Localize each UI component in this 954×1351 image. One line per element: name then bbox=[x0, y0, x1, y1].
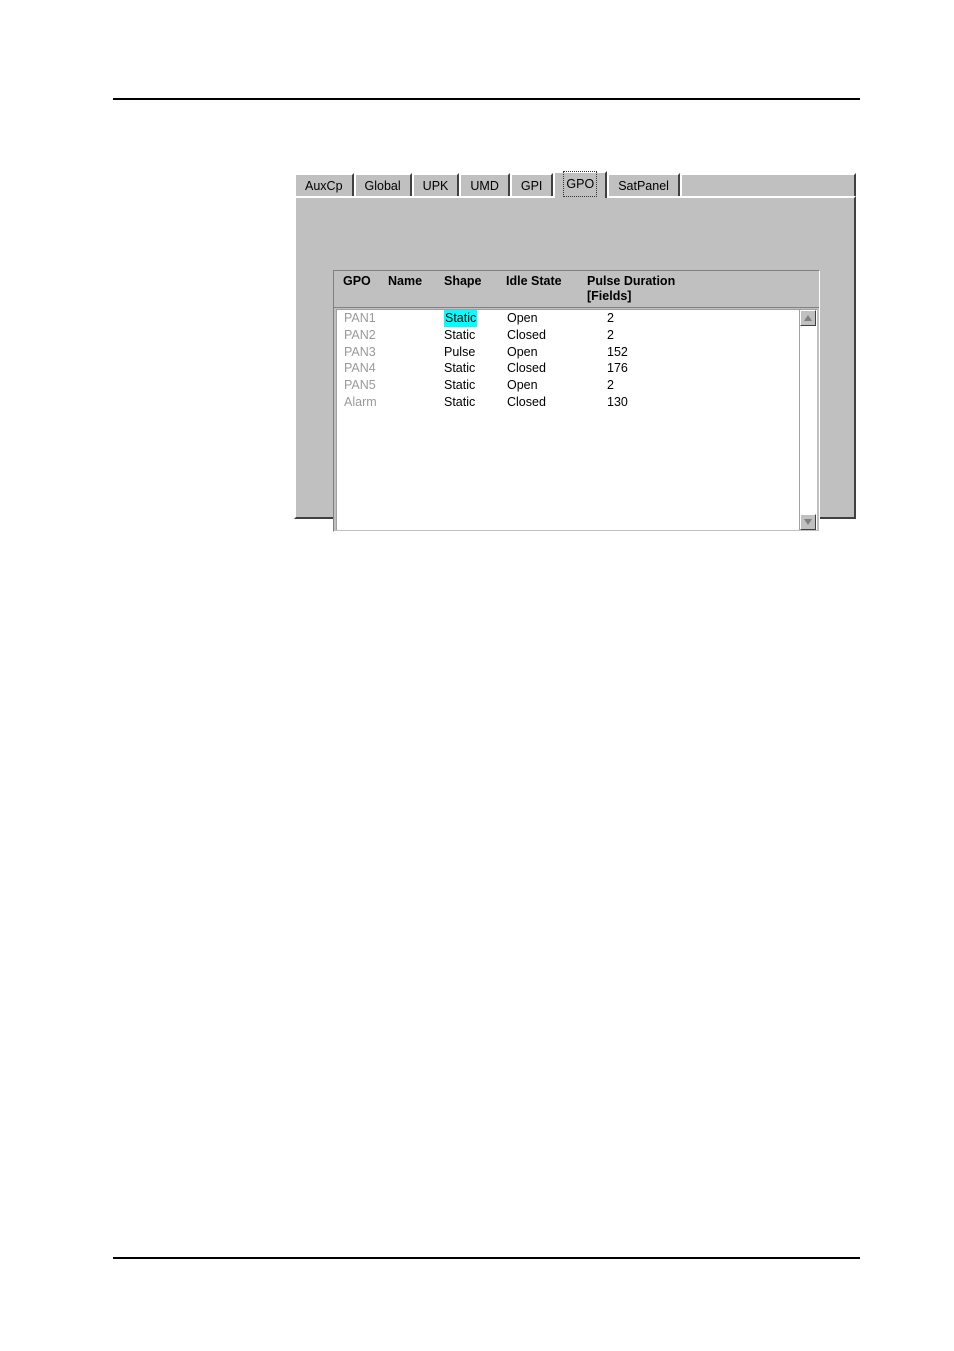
cell-gpo: Alarm bbox=[344, 394, 377, 409]
column-header-name: Name bbox=[388, 274, 422, 289]
tab-global-label: Global bbox=[364, 179, 401, 193]
cell-idle-state[interactable]: Closed bbox=[507, 394, 546, 411]
cell-shape[interactable]: Static bbox=[444, 327, 475, 344]
column-header-idle-state-label: Idle State bbox=[506, 274, 562, 288]
gpo-grid: GPO Name Shape Idle State Pulse Duration… bbox=[333, 270, 820, 532]
cell-shape[interactable]: Static bbox=[444, 310, 478, 327]
table-row[interactable]: PAN5 Static Open 2 bbox=[337, 377, 803, 394]
cell-pulse-duration[interactable]: 176 bbox=[607, 360, 628, 377]
tab-strip: AuxCp Global UPK UMD GPI GPO SatPanel bbox=[294, 170, 856, 198]
cell-pulse-duration[interactable]: 2 bbox=[607, 327, 614, 344]
scrollbar-track[interactable] bbox=[800, 326, 816, 514]
tab-satpanel[interactable]: SatPanel bbox=[607, 173, 680, 197]
cell-gpo: PAN1 bbox=[344, 311, 376, 325]
cell-shape[interactable]: Static bbox=[444, 377, 475, 394]
cell-idle-state[interactable]: Open bbox=[507, 310, 538, 327]
page-header-rule bbox=[113, 98, 860, 100]
cell-idle-state[interactable]: Closed bbox=[507, 360, 546, 377]
cell-shape[interactable]: Static bbox=[444, 394, 475, 411]
cell-pulse-duration[interactable]: 2 bbox=[607, 377, 614, 394]
gpo-grid-header: GPO Name Shape Idle State Pulse Duration… bbox=[334, 271, 819, 308]
scroll-up-arrow-icon bbox=[804, 315, 812, 321]
tab-gpo[interactable]: GPO bbox=[553, 171, 608, 198]
column-header-name-label: Name bbox=[388, 274, 423, 288]
column-header-pulse-duration-label: Pulse Duration bbox=[587, 274, 676, 288]
page-footer-rule bbox=[113, 1257, 860, 1259]
cell-pulse-duration[interactable]: 2 bbox=[607, 310, 614, 327]
scrollbar-down-button[interactable] bbox=[800, 514, 816, 530]
tab-umd-label: UMD bbox=[470, 179, 499, 193]
scrollbar-up-button[interactable] bbox=[800, 310, 816, 326]
tab-satpanel-label: SatPanel bbox=[618, 179, 669, 193]
cell-gpo: PAN2 bbox=[344, 327, 376, 342]
cell-idle-state[interactable]: Open bbox=[507, 344, 538, 361]
column-header-shape-label: Shape bbox=[444, 274, 482, 288]
cell-gpo: PAN3 bbox=[344, 344, 376, 359]
table-row[interactable]: Alarm Static Closed 130 bbox=[337, 394, 803, 411]
tab-umd[interactable]: UMD bbox=[459, 173, 510, 197]
tab-gpi[interactable]: GPI bbox=[509, 173, 554, 197]
tab-upk[interactable]: UPK bbox=[411, 173, 460, 197]
cell-idle-state[interactable]: Closed bbox=[507, 327, 546, 344]
table-row[interactable]: PAN1 Static Open 2 bbox=[337, 310, 803, 327]
column-header-gpo: GPO bbox=[343, 274, 371, 289]
tab-gpo-label: GPO bbox=[563, 171, 598, 197]
tab-gpi-label: GPI bbox=[520, 179, 543, 193]
cell-shape[interactable]: Pulse bbox=[444, 344, 475, 361]
tab-auxcp-label: AuxCp bbox=[305, 179, 343, 193]
column-header-pulse-duration: Pulse Duration [Fields] bbox=[587, 274, 675, 304]
gpo-tab-page: GPO Name Shape Idle State Pulse Duration… bbox=[294, 196, 856, 532]
column-header-shape: Shape bbox=[444, 274, 482, 289]
cell-pulse-duration[interactable]: 130 bbox=[607, 394, 628, 411]
gpo-grid-body: PAN1 Static Open 2 PAN2 Static Closed 2 … bbox=[336, 309, 803, 530]
column-header-idle-state: Idle State bbox=[506, 274, 562, 289]
tab-global[interactable]: Global bbox=[353, 173, 412, 197]
tab-upk-label: UPK bbox=[422, 179, 449, 193]
column-header-pulse-duration-units: [Fields] bbox=[587, 289, 632, 303]
cell-idle-state[interactable]: Open bbox=[507, 377, 538, 394]
gpo-configuration-dialog: AuxCp Global UPK UMD GPI GPO SatPanel GP… bbox=[294, 170, 856, 532]
grid-vertical-scrollbar[interactable] bbox=[799, 309, 817, 530]
cell-gpo: PAN4 bbox=[344, 361, 376, 376]
tab-strip-filler bbox=[679, 173, 856, 197]
table-row[interactable]: PAN2 Static Closed 2 bbox=[337, 327, 803, 344]
column-header-gpo-label: GPO bbox=[343, 274, 371, 288]
cell-gpo: PAN5 bbox=[344, 378, 376, 393]
scroll-down-arrow-icon bbox=[804, 519, 812, 525]
table-row[interactable]: PAN4 Static Closed 176 bbox=[337, 360, 803, 377]
cell-pulse-duration[interactable]: 152 bbox=[607, 344, 628, 361]
cell-shape[interactable]: Static bbox=[444, 360, 475, 377]
table-row[interactable]: PAN3 Pulse Open 152 bbox=[337, 344, 803, 361]
tab-auxcp[interactable]: AuxCp bbox=[294, 173, 354, 197]
